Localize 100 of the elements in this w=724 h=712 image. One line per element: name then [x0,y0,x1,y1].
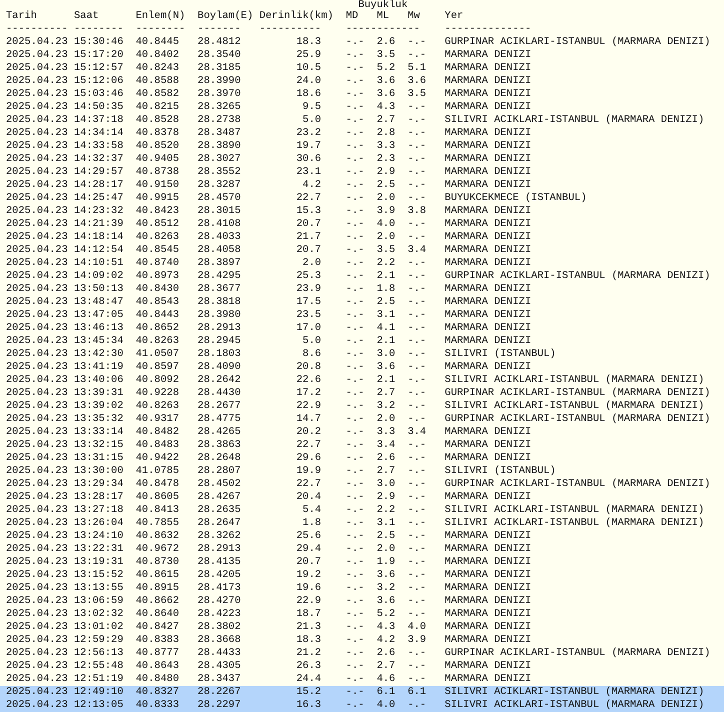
table-cell: 10.5 [296,62,322,74]
table-cell: 14:50:35 [74,101,124,113]
table-cell: 40.8640 [136,608,180,620]
table-row[interactable]: 2025.04.23 13:29:34 40.8478 28.4502 22.7 -.- 3.0 -.- GURPINAR ACIKLARI-ISTANBUL (MARMARA DENIZI) [0,478,724,491]
table-row[interactable]: 2025.04.23 13:48:47 40.8543 28.3818 17.5 -.- 2.5 -.- MARMARA DENIZI [0,296,724,309]
table-row[interactable]: 2025.04.23 15:30:46 40.8445 28.4812 18.3 -.- 2.6 -.- GURPINAR ACIKLARI-ISTANBUL (MARMARA DENIZI) [0,36,724,49]
table-cell: 13:50:13 [74,283,124,295]
table-cell: MARMARA DENIZI [444,608,532,620]
table-cell: 3.4 [408,244,426,256]
table-cell: GURPINAR ACIKLARI-ISTANBUL (MARMARA DENIZI) [444,270,710,282]
table-cell: 22.7 [296,478,322,490]
table-row[interactable]: 2025.04.23 12:49:10 40.8327 28.2267 15.2 -.- 6.1 6.1 SILIVRI ACIKLARI-ISTANBUL (MARMARA DENIZI) [0,686,724,699]
table-row[interactable]: 2025.04.23 15:12:57 40.8243 28.3185 10.5 -.- 5.2 5.1 MARMARA DENIZI [0,62,724,75]
table-row[interactable]: 2025.04.23 14:09:02 40.8973 28.4295 25.3 -.- 2.1 -.- GURPINAR ACIKLARI-ISTANBUL (MARMARA DENIZI) [0,270,724,283]
table-cell: 2025.04.23 [6,62,68,74]
table-cell: 13:19:31 [74,556,124,568]
table-cell: 2025.04.23 [6,517,68,529]
table-row[interactable]: 2025.04.23 13:47:05 40.8443 28.3980 23.5 -.- 3.1 -.- MARMARA DENIZI [0,309,724,322]
table-cell: 40.8605 [136,491,180,503]
table-row[interactable]: 2025.04.23 14:29:57 40.8738 28.3552 23.1 -.- 2.9 -.- MARMARA DENIZI [0,166,724,179]
table-cell: 4.3 [376,621,396,633]
table-row[interactable]: 2025.04.23 13:26:04 40.7855 28.2647 1.8 -.- 3.1 -.- SILIVRI ACIKLARI-ISTANBUL (MARMARA DENIZI) [0,517,724,530]
table-row[interactable]: 2025.04.23 13:15:52 40.8615 28.4205 19.2 -.- 3.6 -.- MARMARA DENIZI [0,569,724,582]
table-row[interactable]: 2025.04.23 13:24:10 40.8632 28.3262 25.6 -.- 2.5 -.- MARMARA DENIZI [0,530,724,543]
table-cell: MARMARA DENIZI [444,322,532,334]
table-row[interactable]: 2025.04.23 13:06:59 40.8662 28.4270 22.9 -.- 3.6 -.- MARMARA DENIZI [0,595,724,608]
table-cell: 2025.04.23 [6,153,68,165]
table-cell: 40.8597 [136,361,180,373]
table-row[interactable]: 2025.04.23 14:34:14 40.8378 28.3487 23.2 -.- 2.8 -.- MARMARA DENIZI [0,127,724,140]
table-row[interactable]: 2025.04.23 12:51:19 40.8480 28.3437 24.4 -.- 4.6 -.- MARMARA DENIZI [0,673,724,686]
table-cell: MARMARA DENIZI [444,595,532,607]
table-row[interactable]: 2025.04.23 12:55:48 40.8643 28.4305 26.3 -.- 2.7 -.- MARMARA DENIZI [0,660,724,673]
table-row[interactable]: 2025.04.23 13:19:31 40.8730 28.4135 20.7 -.- 1.9 -.- MARMARA DENIZI [0,556,724,569]
table-cell: 4.1 [376,322,396,334]
table-row[interactable]: 2025.04.23 14:23:32 40.8423 28.3015 15.3 -.- 3.9 3.8 MARMARA DENIZI [0,205,724,218]
table-row[interactable]: 2025.04.23 13:32:15 40.8483 28.3863 22.7 -.- 3.4 -.- MARMARA DENIZI [0,439,724,452]
table-row[interactable]: 2025.04.23 13:28:17 40.8605 28.4267 20.4 -.- 2.9 -.- MARMARA DENIZI [0,491,724,504]
table-row[interactable]: 2025.04.23 13:22:31 40.9672 28.2913 29.4 -.- 2.0 -.- MARMARA DENIZI [0,543,724,556]
table-row[interactable]: 2025.04.23 13:50:13 40.8430 28.3677 23.9 -.- 1.8 -.- MARMARA DENIZI [0,283,724,296]
table-cell: 40.8333 [136,699,180,711]
table-cell: -.- [408,582,426,594]
table-cell: 3.5 [376,49,396,61]
table-cell: 40.9228 [136,387,180,399]
table-row[interactable]: 2025.04.23 13:35:32 40.9317 28.4775 14.7 -.- 2.0 -.- GURPINAR ACIKLARI-ISTANBUL (MARMARA DENIZI) [0,413,724,426]
table-cell: -.- [346,49,364,61]
table-row[interactable]: 2025.04.23 13:39:02 40.8263 28.2677 22.9 -.- 3.2 -.- SILIVRI ACIKLARI-ISTANBUL (MARMARA DENIZI) [0,400,724,413]
table-row[interactable]: 2025.04.23 15:03:46 40.8582 28.3970 18.6 -.- 3.6 3.5 MARMARA DENIZI [0,88,724,101]
table-cell: MARMARA DENIZI [444,205,532,217]
table-cell: 40.8973 [136,270,180,282]
table-row[interactable]: 2025.04.23 13:45:34 40.8263 28.2945 5.0 -.- 2.1 -.- MARMARA DENIZI [0,335,724,348]
table-row[interactable]: 2025.04.23 13:01:02 40.8427 28.3802 21.3 -.- 4.3 4.0 MARMARA DENIZI [0,621,724,634]
table-row[interactable]: 2025.04.23 13:46:13 40.8652 28.2913 17.0 -.- 4.1 -.- MARMARA DENIZI [0,322,724,335]
table-cell: 15:03:46 [74,88,124,100]
table-cell: -.- [408,127,426,139]
table-cell: 2.7 [376,465,396,477]
table-row[interactable]: 2025.04.23 14:28:17 40.9150 28.3287 4.2 -.- 2.5 -.- MARMARA DENIZI [0,179,724,192]
table-row[interactable]: 2025.04.23 14:12:54 40.8545 28.4058 20.7 -.- 3.5 3.4 MARMARA DENIZI [0,244,724,257]
table-row[interactable]: 2025.04.23 14:32:37 40.9405 28.3027 30.6 -.- 2.3 -.- MARMARA DENIZI [0,153,724,166]
table-cell: 15:12:06 [74,75,124,87]
table-cell: 13:35:32 [74,413,124,425]
table-cell: 2025.04.23 [6,660,68,672]
table-cell: 19.9 [296,465,322,477]
table-cell: 4.2 [376,634,396,646]
table-row[interactable]: 2025.04.23 13:30:00 41.0785 28.2807 19.9 -.- 2.7 -.- SILIVRI (ISTANBUL) [0,465,724,478]
table-row[interactable]: 2025.04.23 12:13:05 40.8333 28.2297 16.3 -.- 4.0 -.- SILIVRI ACIKLARI-ISTANBUL (MARMARA DENIZI) [0,699,724,712]
table-row[interactable]: 2025.04.23 14:21:39 40.8512 28.4108 20.7 -.- 4.0 -.- MARMARA DENIZI [0,218,724,231]
table-row[interactable]: 2025.04.23 15:17:20 40.8402 28.3540 25.9 -.- 3.5 -.- MARMARA DENIZI [0,49,724,62]
table-row[interactable]: 2025.04.23 14:18:14 40.8263 28.4033 21.7 -.- 2.0 -.- MARMARA DENIZI [0,231,724,244]
table-cell: 28.4430 [198,387,241,399]
table-cell: 2.9 [376,491,396,503]
table-cell: 2.6 [376,452,396,464]
table-row[interactable]: 2025.04.23 13:31:15 40.9422 28.2648 29.6 -.- 2.6 -.- MARMARA DENIZI [0,452,724,465]
table-row[interactable]: 2025.04.23 13:41:19 40.8597 28.4090 20.8 -.- 3.6 -.- MARMARA DENIZI [0,361,724,374]
table-row[interactable]: 2025.04.23 13:33:14 40.8482 28.4265 20.2 -.- 3.3 3.4 MARMARA DENIZI [0,426,724,439]
table-cell: 3.8 [408,205,426,217]
table-row[interactable]: 2025.04.23 14:50:35 40.8215 28.3265 9.5 -.- 4.3 -.- MARMARA DENIZI [0,101,724,114]
table-cell: 23.5 [296,309,322,321]
table-row[interactable]: 2025.04.23 13:02:32 40.8640 28.4223 18.7 -.- 5.2 -.- MARMARA DENIZI [0,608,724,621]
table-cell: 14:12:54 [74,244,124,256]
table-row[interactable]: 2025.04.23 14:25:47 40.9915 28.4570 22.7 -.- 2.0 -.- BUYUKCEKMECE (ISTANBUL) [0,192,724,205]
table-row[interactable]: 2025.04.23 12:59:29 40.8383 28.3668 18.3 -.- 4.2 3.9 MARMARA DENIZI [0,634,724,647]
table-cell: GURPINAR ACIKLARI-ISTANBUL (MARMARA DENIZI) [444,387,710,399]
table-row[interactable]: 2025.04.23 15:12:06 40.8588 28.3990 24.0 -.- 3.6 3.6 MARMARA DENIZI [0,75,724,88]
table-row[interactable]: 2025.04.23 14:33:58 40.8520 28.3890 19.7 -.- 3.3 -.- MARMARA DENIZI [0,140,724,153]
table-row[interactable]: 2025.04.23 13:42:30 41.0507 28.1803 8.6 -.- 3.0 -.- SILIVRI (ISTANBUL) [0,348,724,361]
table-row[interactable]: 2025.04.23 13:27:18 40.8413 28.2635 5.4 -.- 2.2 -.- SILIVRI ACIKLARI-ISTANBUL (MARMARA DENIZI) [0,504,724,517]
table-row[interactable]: 2025.04.23 13:39:31 40.9228 28.4430 17.2 -.- 2.7 -.- GURPINAR ACIKLARI-ISTANBUL (MARMARA DENIZI) [0,387,724,400]
table-cell: 4.2 [302,179,322,191]
table-cell: 2025.04.23 [6,634,68,646]
table-cell: 15:12:57 [74,62,124,74]
table-cell: -.- [408,387,426,399]
table-row[interactable]: 2025.04.23 13:13:55 40.8915 28.4173 19.6 -.- 3.2 -.- MARMARA DENIZI [0,582,724,595]
table-cell: 28.4775 [198,413,241,425]
table-row[interactable]: 2025.04.23 14:10:51 40.8740 28.3897 2.0 -.- 2.2 -.- MARMARA DENIZI [0,257,724,270]
table-cell: 3.6 [376,88,396,100]
table-row[interactable]: 2025.04.23 14:37:18 40.8528 28.2738 5.0 -.- 2.7 -.- SILIVRI ACIKLARI-ISTANBUL (MARMARA DENIZI) [0,114,724,127]
table-cell: 28.3540 [198,49,241,61]
table-row[interactable]: 2025.04.23 13:40:06 40.8092 28.2642 22.6 -.- 2.1 -.- SILIVRI ACIKLARI-ISTANBUL (MARMARA DENIZI) [0,374,724,387]
table-row[interactable]: 2025.04.23 12:56:13 40.8777 28.4433 21.2 -.- 2.6 -.- GURPINAR ACIKLARI-ISTANBUL (MARMARA DENIZI) [0,647,724,660]
table-cell: -.- [346,569,364,581]
